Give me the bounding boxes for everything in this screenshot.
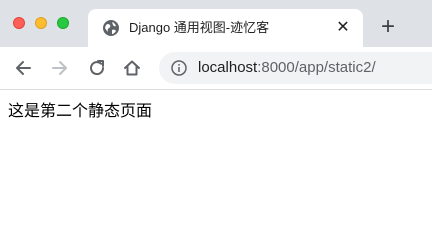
url-path: :8000/app/static2/ [257, 59, 376, 76]
reload-icon[interactable] [86, 57, 108, 79]
back-arrow-icon[interactable] [12, 57, 34, 79]
window-maximize-button[interactable] [57, 17, 69, 29]
active-tab[interactable]: Django 通用视图-迹忆客 ✕ [88, 9, 363, 47]
browser-toolbar: localhost:8000/app/static2/ [0, 47, 432, 90]
window-minimize-button[interactable] [35, 17, 47, 29]
page-body-text: 这是第二个静态页面 [8, 101, 153, 120]
window-close-button[interactable] [13, 17, 25, 29]
address-bar[interactable]: localhost:8000/app/static2/ [159, 52, 432, 84]
forward-arrow-icon[interactable] [49, 57, 71, 79]
tab-close-icon[interactable]: ✕ [333, 18, 353, 38]
url-host: localhost [198, 59, 258, 76]
globe-icon [103, 20, 119, 36]
window-titlebar: Django 通用视图-迹忆客 ✕ + [0, 0, 432, 47]
tab-title: Django 通用视图-迹忆客 [129, 20, 270, 35]
url-text[interactable]: localhost:8000/app/static2/ [198, 59, 376, 77]
home-icon[interactable] [121, 57, 143, 79]
info-icon[interactable] [171, 60, 187, 76]
new-tab-button[interactable]: + [377, 15, 399, 39]
